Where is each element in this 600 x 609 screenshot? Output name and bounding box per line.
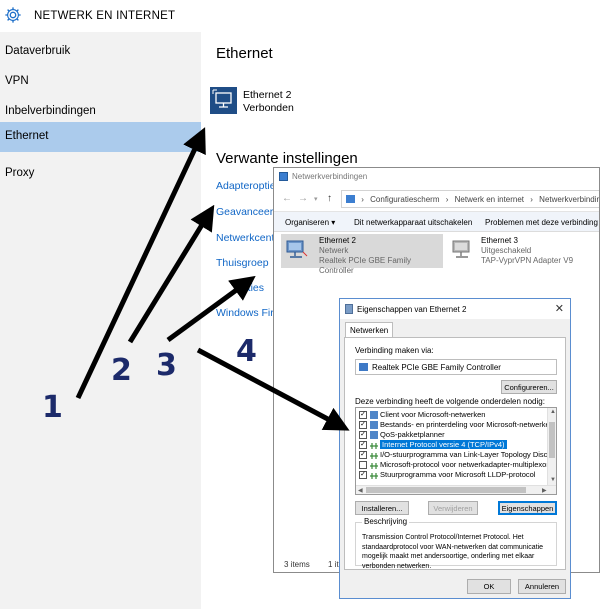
arrow-2 [127,204,215,344]
annotation-number: 4 [236,334,257,369]
annotation-number: 1 [42,390,63,425]
annotation-number: 3 [156,348,177,383]
annotation-arrows [75,127,350,431]
arrow-4 [196,347,350,431]
arrow-3 [166,275,256,343]
annotation-number: 2 [111,353,132,388]
arrow-1 [75,127,206,400]
